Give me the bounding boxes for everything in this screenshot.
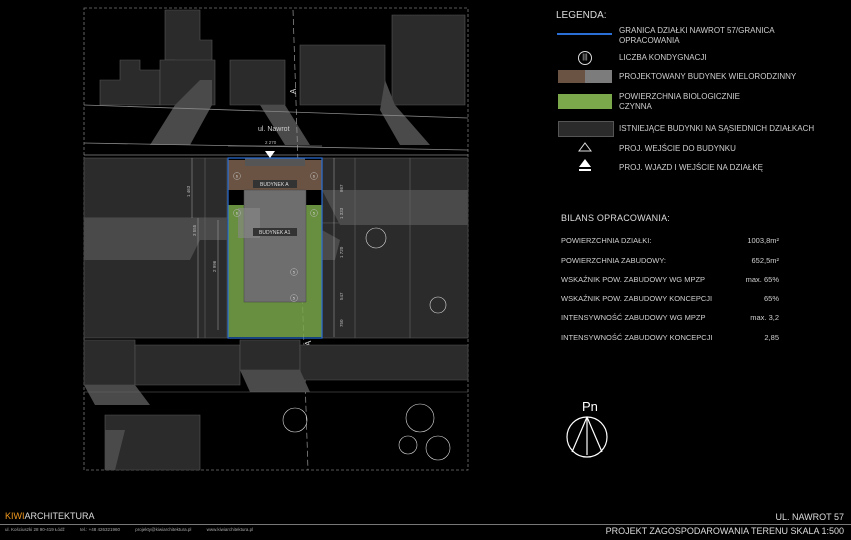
- bilans-title: BILANS OPRACOWANIA:: [561, 213, 670, 223]
- legend-item-building: PROJEKTOWANY BUDYNEK WIELORODZINNY: [619, 72, 797, 81]
- legend-green-swatch: [558, 94, 612, 109]
- entrance-icon: [578, 142, 592, 152]
- driveway-icon: [579, 159, 591, 171]
- bilans-row: INTENSYWNOŚĆ ZABUDOWY WG MPZP max. 3,2: [561, 313, 779, 322]
- section-mark-top: A: [289, 88, 298, 94]
- bilans-row: WSKAŹNIK POW. ZABUDOWY KONCEPCJI 65%: [561, 294, 779, 303]
- legend-item-green: POWIERZCHNIA BIOLOGICZNIE CZYNNA: [619, 92, 740, 111]
- drawing-title: PROJEKT ZAGOSPODAROWANIA TERENU SKALA 1:…: [605, 526, 844, 536]
- dim-right-5: 750: [339, 319, 344, 327]
- legend-item-floors: LICZBA KONDYGNACJI: [619, 53, 707, 62]
- legend-item-boundary: GRANICA DZIAŁKI NAWROT 57/GRANICA OPRACO…: [619, 26, 775, 45]
- street-label: ul. Nawrot: [258, 126, 290, 133]
- dim-right-1: 867: [339, 184, 344, 192]
- legend-item-driveway: PROJ. WJAZD I WEJŚCIE NA DZIAŁKĘ: [619, 163, 764, 172]
- dim-left-1: 1 463: [186, 185, 191, 197]
- dim-right-2: 1 333: [339, 207, 344, 219]
- bilans-row: POWIERZCHNIA DZIAŁKI: 1003,8m²: [561, 236, 779, 245]
- legend-item-entrance: PROJ. WEJŚCIE DO BUDYNKU: [619, 144, 736, 153]
- footer-divider: [0, 524, 851, 525]
- existing-buildings-north: [99, 9, 466, 106]
- building-a1-footprint: [243, 189, 307, 303]
- building-a1-label: BUDYNEK A1: [259, 230, 291, 236]
- dim-left-3: 2 996: [212, 260, 217, 272]
- brand-logo: KIWIARCHITEKTURA: [5, 511, 95, 521]
- bilans-row: POWIERZCHNIA ZABUDOWY: 652,5m²: [561, 256, 779, 265]
- legend-existing-swatch: [558, 121, 614, 137]
- bilans-row: INTENSYWNOŚĆ ZABUDOWY KONCEPCJI 2,85: [561, 333, 779, 342]
- building-a-label: BUDYNEK A: [260, 182, 289, 188]
- project-street: UL. NAWROT 57: [775, 512, 844, 522]
- dim-right-4: 547: [339, 292, 344, 300]
- entrance-marker: [265, 151, 275, 158]
- footer-contact: ul. Kościuszki 28 90-419 Łódź tel.: +48 …: [5, 527, 254, 532]
- dim-left-2: 3 555: [192, 224, 197, 236]
- north-arrow: [566, 416, 608, 458]
- legend-item-existing: ISTNIEJĄCE BUDYNKI NA SĄSIEDNICH DZIAŁKA…: [619, 124, 815, 133]
- legend-title: LEGENDA:: [556, 10, 607, 21]
- legend-boundary-swatch: [557, 33, 612, 35]
- north-arrow-label: Pn: [582, 399, 598, 414]
- bilans-row: WSKAŹNIK POW. ZABUDOWY WG MPZP max. 65%: [561, 275, 779, 284]
- dim-top-width: 2 270: [265, 140, 277, 145]
- legend-brown-swatch: [558, 70, 585, 83]
- dim-right-3: 1 720: [339, 246, 344, 258]
- legend-grey-swatch: [585, 70, 612, 83]
- floor-count-icon: |||: [578, 51, 592, 65]
